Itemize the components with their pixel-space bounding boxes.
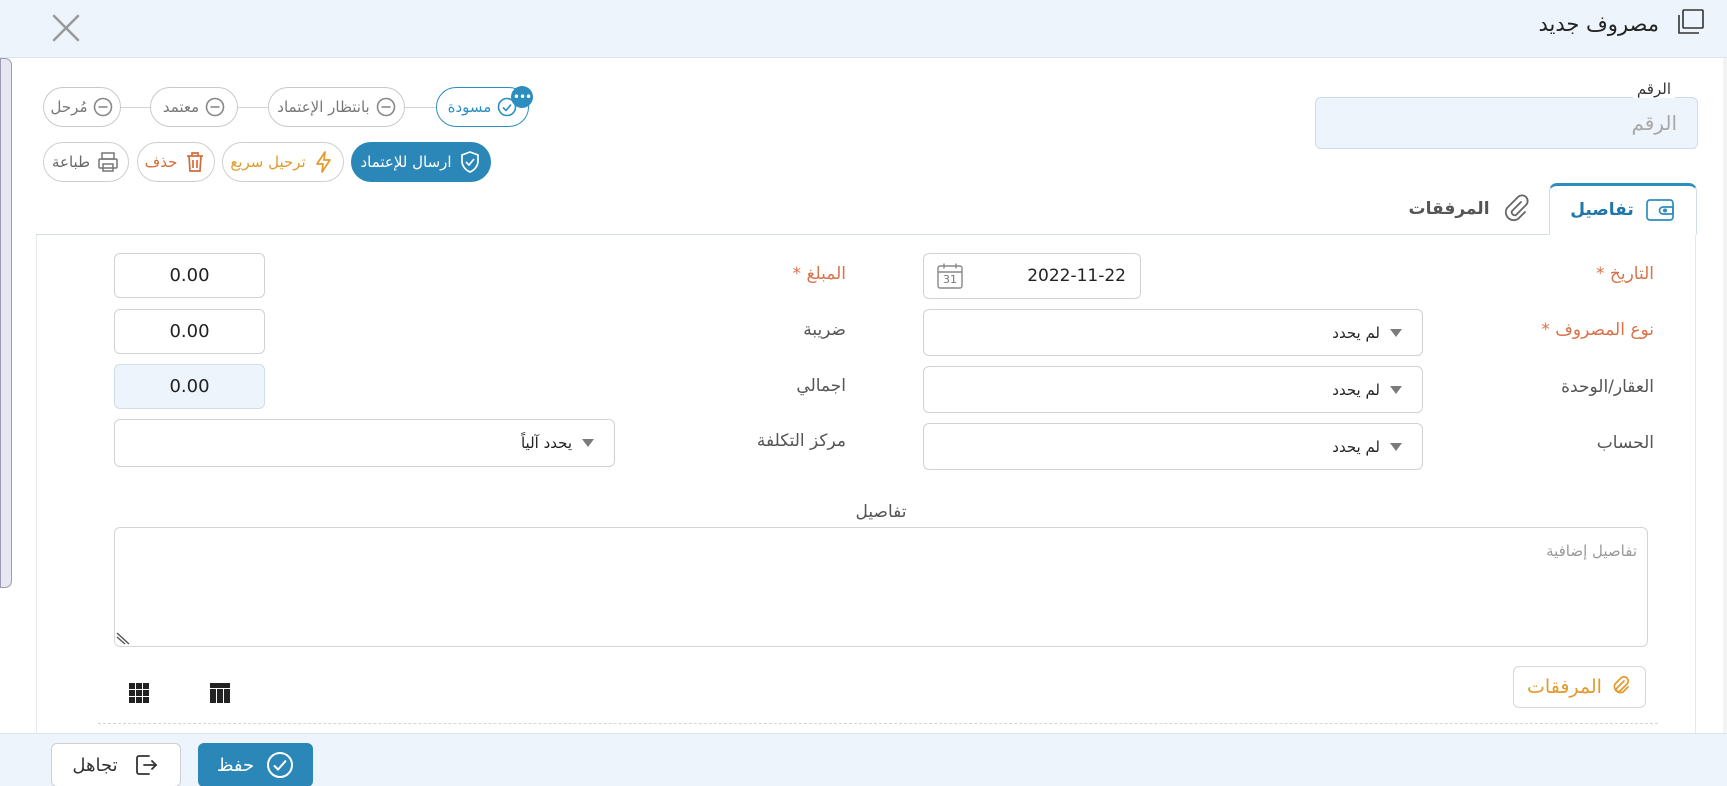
resize-grip-icon[interactable] xyxy=(116,630,130,645)
print-label: طباعة xyxy=(51,153,91,171)
status-step-label: بانتظار الإعتماد xyxy=(277,98,370,116)
property-unit-label: العقار/الوحدة xyxy=(1561,377,1654,397)
quick-post-label: ترحيل سريع xyxy=(230,153,306,171)
chevron-down-icon xyxy=(1390,442,1402,451)
chevron-down-icon xyxy=(582,439,594,447)
cost-center-label: مركز التكلفة xyxy=(756,431,846,451)
amount-label: المبلغ * xyxy=(792,264,846,284)
status-step-label: مسودة xyxy=(447,98,492,116)
left-scrollbar[interactable] xyxy=(0,58,12,588)
amount-input[interactable]: 0.00 xyxy=(114,253,265,298)
paperclip-icon xyxy=(1610,675,1632,698)
tab-details[interactable]: تفاصيل xyxy=(1549,183,1697,235)
details-label: تفاصيل xyxy=(846,502,916,522)
account-label: الحساب xyxy=(1596,433,1654,453)
attachments-button[interactable]: المرفقات xyxy=(1513,666,1646,708)
paperclip-icon xyxy=(1500,194,1532,224)
minus-circle-icon xyxy=(376,97,396,117)
expense-type-value: لم يحدد xyxy=(1332,323,1380,342)
right-scrollbar[interactable] xyxy=(1723,58,1727,733)
date-value: 2022-11-22 xyxy=(1027,266,1126,286)
delete-label: حذف xyxy=(144,153,178,171)
save-button[interactable]: حفظ xyxy=(198,743,313,786)
minus-circle-icon xyxy=(93,97,113,117)
status-step-pending[interactable]: بانتظار الإعتماد xyxy=(268,87,405,127)
print-button[interactable]: طباعة xyxy=(43,142,129,182)
quick-post-button[interactable]: ترحيل سريع xyxy=(222,142,344,182)
total-value: 0.00 xyxy=(114,364,265,409)
grid-view-icon[interactable] xyxy=(127,681,151,705)
columns-view-icon[interactable] xyxy=(208,681,232,705)
calendar-day: 31 xyxy=(943,273,957,286)
more-icon[interactable]: ••• xyxy=(511,86,533,108)
date-label: التاريخ * xyxy=(1595,264,1654,284)
minus-circle-icon xyxy=(205,97,225,117)
chevron-down-icon xyxy=(1390,328,1402,337)
date-field[interactable]: 31 2022-11-22 xyxy=(923,253,1141,299)
tax-label: ضريبة xyxy=(803,320,846,340)
number-field[interactable] xyxy=(1315,97,1698,149)
close-icon[interactable] xyxy=(50,12,82,44)
tab-label: المرفقات xyxy=(1408,199,1490,219)
status-step-posted[interactable]: مُرحل xyxy=(43,87,121,127)
delete-button[interactable]: حذف xyxy=(137,142,215,182)
exit-icon xyxy=(132,751,160,779)
chevron-down-icon xyxy=(1390,385,1402,394)
account-value: لم يحدد xyxy=(1332,437,1380,456)
trash-icon xyxy=(183,150,207,174)
submit-approval-button[interactable]: ارسال للإعتماد xyxy=(351,142,491,182)
window-header xyxy=(0,0,1727,58)
number-input[interactable] xyxy=(1316,98,1697,148)
cost-center-value: يحدد آلياً xyxy=(520,434,572,452)
total-label: اجمالي xyxy=(796,376,846,396)
wallet-icon xyxy=(1644,195,1676,225)
printer-icon xyxy=(96,150,120,174)
expense-type-label: نوع المصروف * xyxy=(1541,320,1654,340)
details-input[interactable] xyxy=(115,528,1647,646)
form-panel xyxy=(36,234,1696,734)
status-step-approved[interactable]: معتمد xyxy=(150,87,238,127)
account-select[interactable]: لم يحدد xyxy=(923,423,1423,470)
tab-attachments[interactable]: المرفقات xyxy=(1400,183,1540,235)
window-title: مصروف جديد xyxy=(1538,12,1659,36)
window-stack-icon xyxy=(1677,8,1705,36)
cost-center-select[interactable]: يحدد آلياً xyxy=(114,419,615,467)
property-unit-value: لم يحدد xyxy=(1332,380,1380,399)
expense-type-select[interactable]: لم يحدد xyxy=(923,309,1423,356)
number-label: الرقم xyxy=(1632,80,1675,98)
details-textarea[interactable] xyxy=(114,527,1648,647)
check-circle-icon xyxy=(266,751,294,779)
status-step-label: مُرحل xyxy=(50,98,88,116)
ignore-label: تجاهل xyxy=(72,754,118,776)
tax-input[interactable]: 0.00 xyxy=(114,309,265,354)
save-label: حفظ xyxy=(216,754,255,776)
ignore-button[interactable]: تجاهل xyxy=(51,743,181,786)
shield-check-icon xyxy=(458,150,482,174)
submit-approval-label: ارسال للإعتماد xyxy=(360,153,452,171)
status-step-label: معتمد xyxy=(162,98,200,116)
property-unit-select[interactable]: لم يحدد xyxy=(923,366,1423,413)
lightning-icon xyxy=(312,150,336,174)
calendar-icon[interactable]: 31 xyxy=(936,262,964,290)
attachments-label: المرفقات xyxy=(1527,676,1602,698)
tab-label: تفاصيل xyxy=(1570,200,1634,220)
